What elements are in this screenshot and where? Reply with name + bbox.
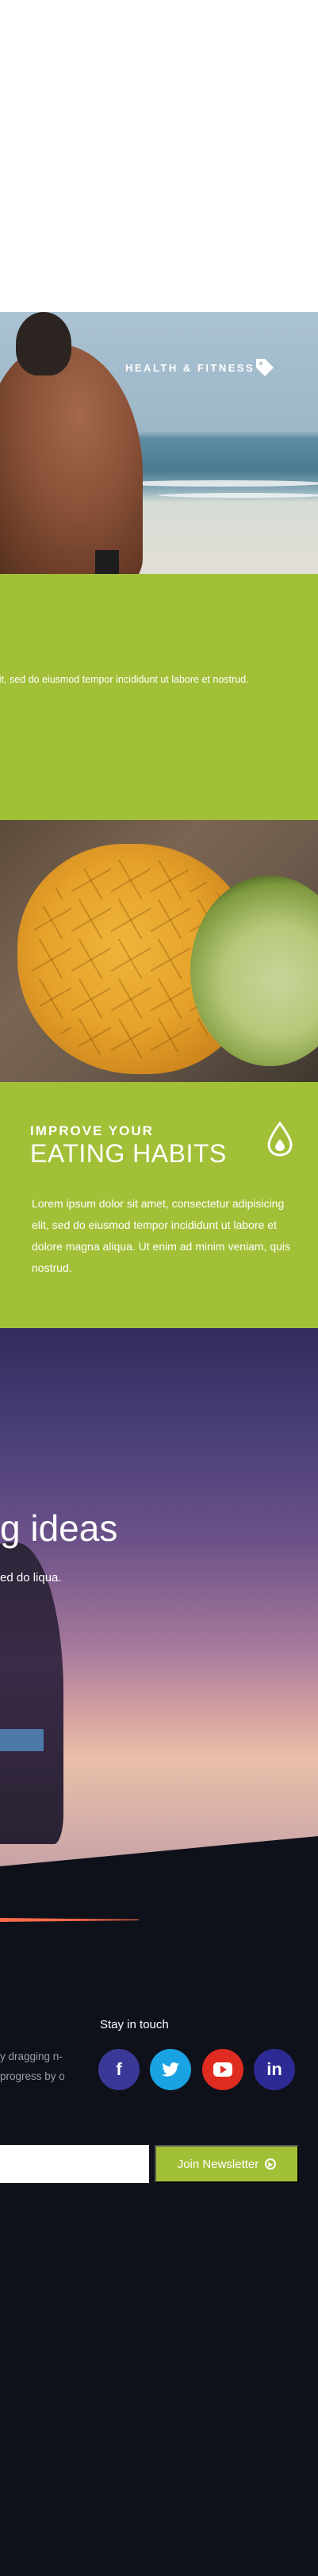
- footer-wedge: [0, 1836, 318, 1868]
- youtube-icon[interactable]: [202, 2049, 243, 2090]
- accent-line: [0, 1918, 139, 1922]
- facebook-label: f: [116, 2059, 122, 2079]
- man-figure: [0, 344, 143, 574]
- stay-in-touch-title: Stay in touch: [100, 2018, 169, 2031]
- drop-icon: [267, 1122, 293, 1157]
- twitter-icon[interactable]: [150, 2049, 191, 2090]
- tag-icon: [256, 359, 274, 376]
- linkedin-label: in: [266, 2059, 282, 2079]
- footer-description: y dragging n-progress by o: [0, 2050, 65, 2082]
- top-blank-area: [0, 0, 318, 312]
- section-kicker: IMPROVE YOUR: [30, 1123, 154, 1138]
- footer: Stay in touch y dragging n-progress by o…: [0, 1868, 318, 2576]
- linkedin-icon[interactable]: in: [254, 2049, 295, 2090]
- beach-photo: HEALTH & FITNESS: [0, 312, 318, 574]
- section-body-text: lit, sed do eiusmod tempor incididunt ut…: [0, 674, 249, 685]
- sunset-photo: g ideas ed do liqua.: [0, 1328, 318, 1868]
- newsletter-email-input[interactable]: [0, 2145, 149, 2183]
- facebook-icon[interactable]: f: [98, 2049, 140, 2090]
- green-text-section: lit, sed do eiusmod tempor incididunt ut…: [0, 574, 318, 820]
- arrow-circle-icon: ▶: [265, 2158, 277, 2170]
- fruit-photo: [0, 820, 318, 1082]
- photo-caption: HEALTH & FITNESS: [125, 362, 255, 374]
- twitter-bird-icon: [162, 2062, 179, 2077]
- join-newsletter-button[interactable]: Join Newsletter ▶: [155, 2145, 299, 2183]
- section-body-text: Lorem ipsum dolor sit amet, consectetur …: [32, 1197, 291, 1274]
- man-head: [16, 312, 71, 375]
- section-title: EATING HABITS: [30, 1139, 227, 1168]
- wave: [159, 493, 318, 498]
- wave: [119, 480, 318, 487]
- man-shorts: [95, 550, 119, 574]
- youtube-play-icon: [213, 2062, 232, 2077]
- eating-habits-section: IMPROVE YOUR EATING HABITS Lorem ipsum d…: [0, 1082, 318, 1328]
- join-newsletter-label: Join Newsletter: [177, 2157, 259, 2171]
